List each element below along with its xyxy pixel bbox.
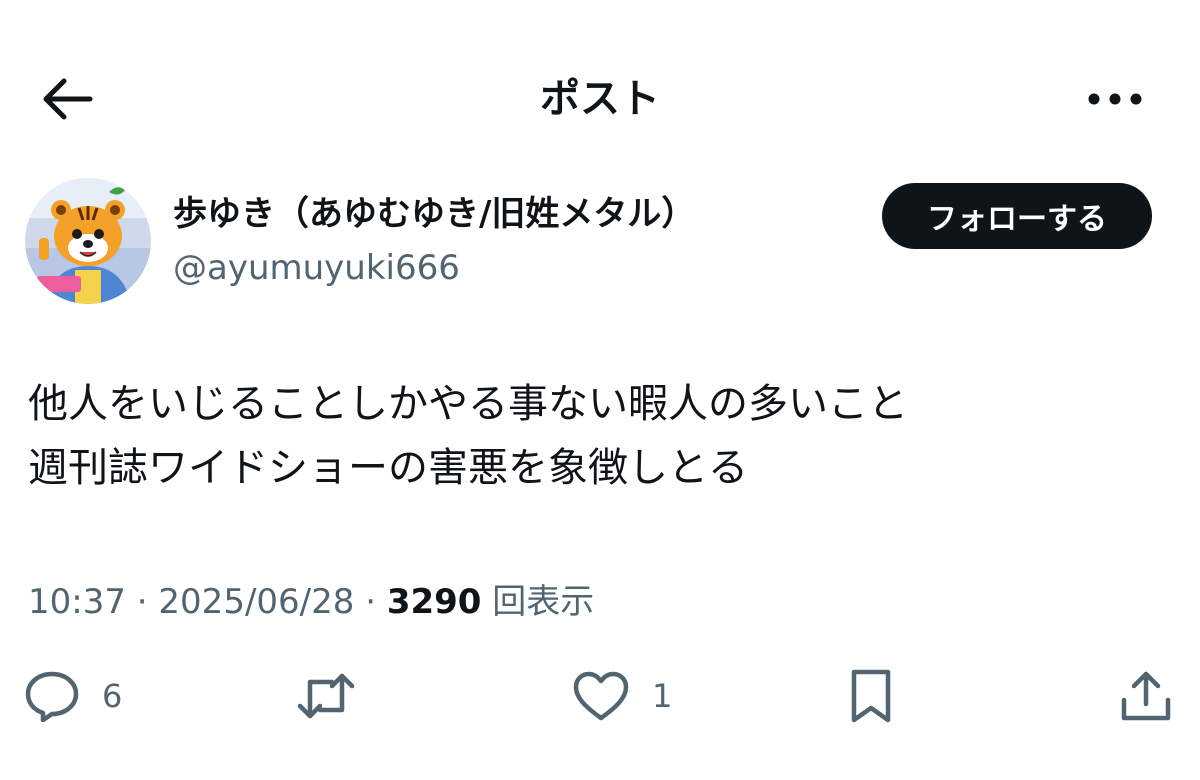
views-count[interactable]: 3290 — [387, 582, 482, 622]
page-title-text: ポスト — [540, 76, 660, 122]
post-text-line: 他人をいじることしかやる事ない暇人の多いこと — [28, 381, 908, 427]
follow-button[interactable]: フォローする — [882, 183, 1152, 249]
reply-button[interactable]: 6 — [24, 664, 122, 728]
arrow-left-icon — [43, 78, 93, 120]
repost-icon — [297, 673, 355, 719]
views-label: 回表示 — [481, 582, 595, 622]
bookmark-button[interactable] — [848, 664, 894, 728]
page-title: ポスト — [0, 70, 1200, 128]
reply-icon — [25, 671, 79, 722]
heart-icon — [573, 671, 629, 721]
tiger-character-avatar — [25, 178, 151, 304]
post-text: 他人をいじることしかやる事ない暇人の多いこと 週刊誌ワイドショーの害悪を象徴しと… — [28, 372, 1168, 500]
bookmark-icon — [851, 669, 891, 723]
post-meta: 10:37 · 2025/06/28 · 3290 回表示 — [28, 578, 594, 626]
share-icon — [1121, 671, 1171, 721]
post-date[interactable]: 2025/06/28 — [158, 582, 354, 622]
share-button[interactable] — [1118, 664, 1174, 728]
post-text-line: 週刊誌ワイドショーの害悪を象徴しとる — [28, 445, 748, 491]
like-button[interactable]: 1 — [572, 664, 672, 728]
meta-separator: · — [354, 582, 387, 622]
back-button[interactable] — [30, 62, 104, 136]
more-options-button[interactable] — [1080, 66, 1150, 132]
meta-separator: · — [125, 582, 159, 622]
avatar[interactable] — [25, 178, 151, 304]
like-count: 1 — [652, 677, 673, 715]
author-display-name[interactable]: 歩ゆき（あゆむゆき/旧姓メタル） — [173, 190, 695, 238]
post-time[interactable]: 10:37 — [28, 582, 126, 622]
repost-button[interactable] — [296, 664, 378, 728]
more-horizontal-icon — [1088, 93, 1142, 105]
reply-count: 6 — [102, 677, 123, 715]
author-handle[interactable]: @ayumuyuki666 — [173, 244, 460, 292]
